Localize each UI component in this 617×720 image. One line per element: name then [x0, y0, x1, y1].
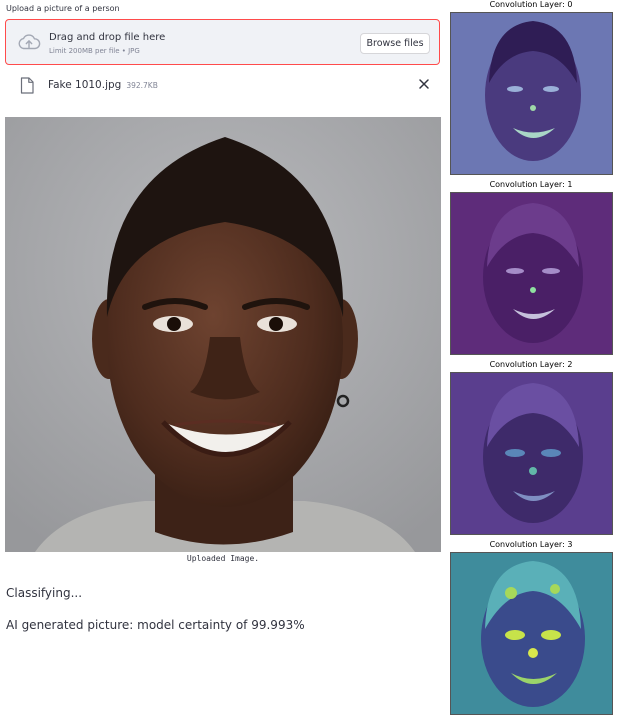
conv-layer-3-heatmap: [451, 553, 612, 714]
close-icon[interactable]: [417, 77, 431, 91]
status-text: Classifying...: [6, 586, 83, 600]
conv-layer-1-image: [450, 192, 613, 355]
conv-layer-3-image: [450, 552, 613, 715]
conv-layer-0-image: [450, 12, 613, 175]
conv-layer-1-title: Convolution Layer: 1: [489, 180, 573, 189]
conv-layer-1-heatmap: [451, 193, 612, 354]
image-caption: Uploaded Image.: [186, 554, 260, 563]
conv-layer-3-title: Convolution Layer: 3: [489, 540, 573, 549]
face-photo-illustration: [5, 117, 441, 552]
conv-layer-2-image: [450, 372, 613, 535]
file-icon: [20, 77, 34, 94]
browse-files-button[interactable]: Browse files: [360, 33, 430, 54]
conv-layer-2-title: Convolution Layer: 2: [489, 360, 573, 369]
file-dropzone[interactable]: Drag and drop file here Limit 200MB per …: [5, 19, 440, 65]
upload-label: Upload a picture of a person: [6, 4, 120, 13]
conv-layer-0-heatmap: [451, 13, 612, 174]
file-size: 392.7KB: [126, 81, 158, 90]
cloud-upload-icon: [18, 34, 41, 50]
result-text: AI generated picture: model certainty of…: [6, 618, 305, 632]
conv-layer-0-title: Convolution Layer: 0: [489, 0, 573, 9]
uploaded-image: [5, 117, 441, 552]
uploaded-file-row: Fake 1010.jpg 392.7KB: [5, 74, 440, 96]
file-name-text: Fake 1010.jpg: [48, 79, 122, 91]
conv-layer-2-heatmap: [451, 373, 612, 534]
file-name: Fake 1010.jpg 392.7KB: [48, 79, 158, 91]
dropzone-title: Drag and drop file here: [49, 32, 166, 43]
dropzone-limit: Limit 200MB per file • JPG: [49, 47, 140, 55]
